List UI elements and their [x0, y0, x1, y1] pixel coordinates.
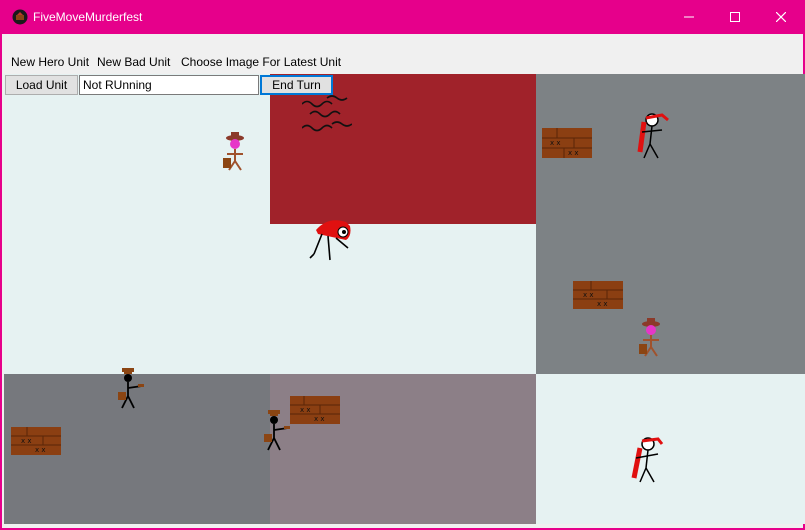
waves-icon [302, 95, 352, 132]
end-turn-button[interactable]: End Turn [260, 75, 333, 95]
spider-icon[interactable] [308, 218, 354, 266]
ninja-icon[interactable] [626, 436, 666, 484]
svg-text:x x: x x [35, 446, 46, 454]
menu-choose-image[interactable]: Choose Image For Latest Unit [181, 55, 341, 69]
board-cell[interactable] [4, 224, 270, 374]
game-board[interactable]: x x x x x x x x x x x x x x x x [4, 74, 805, 524]
cowboy-icon[interactable] [220, 132, 250, 174]
close-icon [776, 12, 786, 22]
menu-bar: New Hero Unit New Bad Unit Choose Image … [2, 52, 802, 74]
menu-new-bad-unit[interactable]: New Bad Unit [97, 55, 170, 69]
load-unit-button[interactable]: Load Unit [5, 75, 78, 95]
svg-text:x x: x x [550, 139, 561, 147]
ninja-icon[interactable] [632, 112, 672, 160]
crate-icon[interactable]: x x x x [290, 396, 340, 424]
window-title: FiveMoveMurderfest [33, 10, 143, 24]
maximize-icon [730, 12, 740, 22]
crate-icon[interactable]: x x x x [542, 128, 592, 158]
menu-new-hero-unit[interactable]: New Hero Unit [11, 55, 89, 69]
maximize-button[interactable] [712, 0, 758, 34]
minimize-button[interactable] [666, 0, 712, 34]
svg-text:x x: x x [597, 300, 608, 308]
svg-text:x x: x x [583, 291, 594, 299]
minimize-icon [684, 16, 694, 18]
svg-text:x x: x x [314, 415, 325, 423]
gunslinger-icon[interactable] [112, 368, 146, 410]
app-icon [12, 9, 28, 25]
crate-icon[interactable]: x x x x [11, 427, 61, 455]
crate-icon[interactable]: x x x x [573, 281, 623, 309]
title-bar[interactable]: FiveMoveMurderfest [0, 0, 805, 34]
gunslinger-icon[interactable] [258, 410, 292, 452]
svg-text:x x: x x [300, 406, 311, 414]
close-button[interactable] [758, 0, 804, 34]
svg-text:x x: x x [21, 437, 32, 445]
cowboy-icon[interactable] [636, 318, 666, 360]
status-field[interactable] [79, 75, 259, 95]
client-area: New Hero Unit New Bad Unit Choose Image … [2, 34, 805, 528]
board-cell[interactable] [536, 374, 805, 524]
svg-text:x x: x x [568, 149, 579, 157]
